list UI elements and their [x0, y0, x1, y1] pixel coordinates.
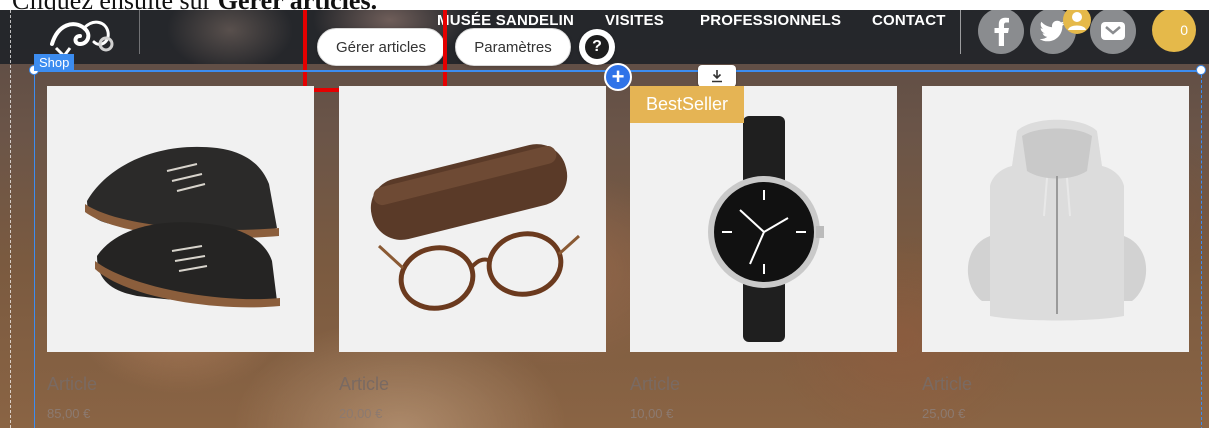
hoodie-photo — [967, 119, 1147, 321]
user-avatar-icon[interactable] — [1063, 10, 1091, 34]
cart-count: 0 — [1180, 22, 1188, 38]
glasses-case-photo — [370, 144, 581, 311]
settings-button[interactable]: Paramètres — [455, 28, 571, 66]
product-price-3: 10,00 € — [630, 406, 674, 421]
guide-line — [10, 10, 11, 428]
cart-button[interactable]: 0 — [1152, 10, 1196, 52]
watch-photo — [708, 116, 824, 342]
product-price-2: 20,00 € — [339, 406, 383, 421]
nav-item-musee[interactable]: MUSÉE SANDELIN — [437, 12, 574, 29]
product-card-2[interactable] — [339, 86, 606, 352]
help-icon: ? — [585, 35, 609, 59]
product-price-4: 25,00 € — [922, 406, 966, 421]
header-divider — [139, 10, 140, 54]
product-name-1[interactable]: Article — [47, 374, 97, 395]
add-section-button[interactable]: + — [604, 63, 632, 91]
help-button[interactable]: ? — [579, 29, 615, 65]
product-name-4[interactable]: Article — [922, 374, 972, 395]
nav-item-professionnels[interactable]: PROFESSIONNELS — [700, 12, 841, 29]
nav-item-contact[interactable]: CONTACT — [872, 12, 946, 29]
nav-item-visites[interactable]: VISITES — [605, 12, 664, 29]
product-card-1[interactable] — [47, 86, 314, 352]
shop-component-tag[interactable]: Shop — [34, 54, 75, 71]
product-card-4[interactable] — [922, 86, 1189, 352]
resize-handle-right[interactable] — [1196, 65, 1206, 75]
tutorial-highlight-box — [303, 10, 447, 92]
selection-outline-left — [34, 70, 35, 428]
nav-divider — [960, 10, 961, 54]
bestseller-badge: BestSeller — [630, 86, 744, 123]
selection-outline-right — [1201, 70, 1202, 428]
product-name-2[interactable]: Article — [339, 374, 389, 395]
download-icon[interactable] — [698, 65, 736, 87]
facebook-icon[interactable] — [978, 10, 1024, 54]
site-preview: MUSÉE SANDELIN VISITES PROFESSIONNELS CO… — [0, 10, 1209, 428]
product-name-3[interactable]: Article — [630, 374, 680, 395]
mail-icon[interactable] — [1090, 10, 1136, 54]
product-price-1: 85,00 € — [47, 406, 91, 421]
boots-photo — [85, 146, 280, 308]
product-card-3[interactable] — [630, 86, 897, 352]
